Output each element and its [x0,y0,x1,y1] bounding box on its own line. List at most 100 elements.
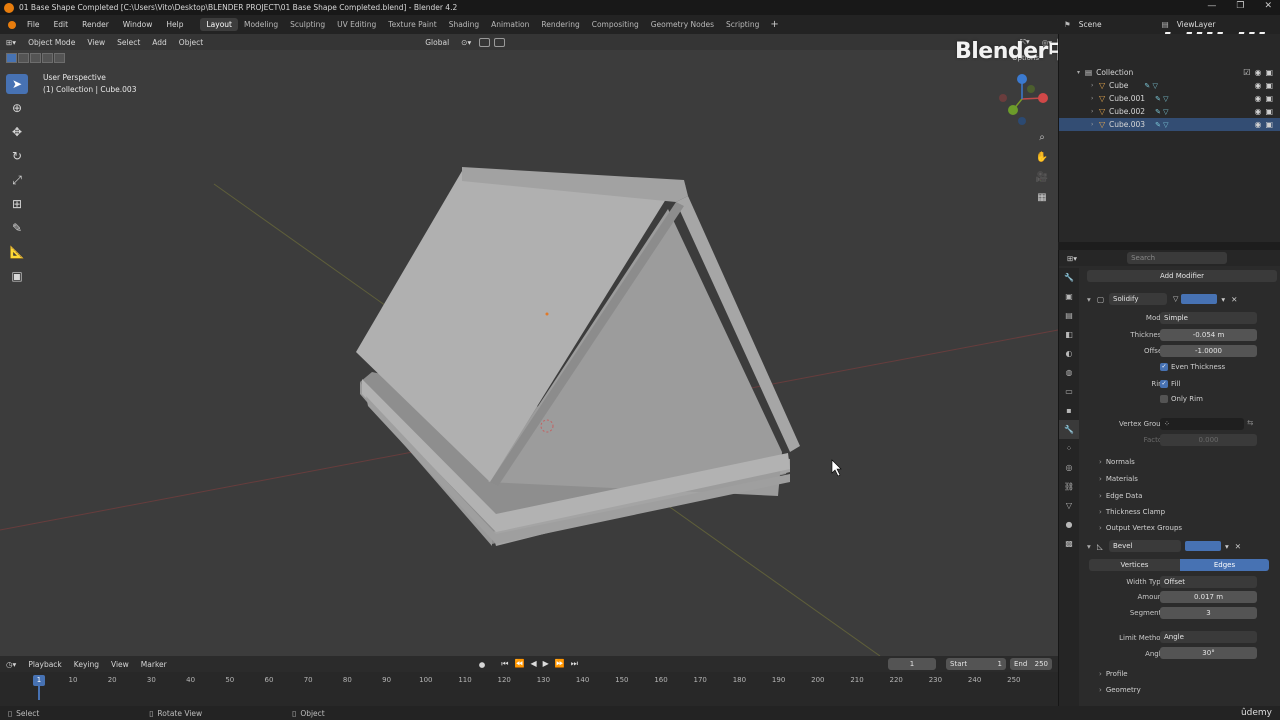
physics-tab-icon[interactable]: ◎ [1059,458,1079,477]
output-vertex-groups-subpanel[interactable]: Output Vertex Groups [1099,524,1182,532]
camera-render-icon[interactable]: ▣ [1265,120,1273,129]
3d-viewport[interactable]: ⊞▾ Object Mode View Select Add Object Gl… [0,34,1058,656]
menu-playback[interactable]: Playback [22,659,67,670]
move-tool-icon[interactable]: ✥ [6,122,28,142]
end-frame-field[interactable]: End 250 [1010,658,1052,670]
only-rim-checkbox[interactable]: Only Rim [1160,395,1203,403]
texture-tab-icon[interactable]: ▩ [1059,534,1079,553]
tab-uv-editing[interactable]: UV Editing [331,18,382,31]
data-tab-icon[interactable]: ▽ [1059,496,1079,515]
selection-mode-buttons[interactable] [6,53,65,63]
visibility-eye-icon[interactable]: ◉ [1254,120,1261,129]
menu-object[interactable]: Object [173,37,209,48]
outliner-panel[interactable]: ▾ ▤ Collection ☑ ◉ ▣ › ▽ Cube ✎ ▽ ◉ ▣ › ▽ Cub… [1058,34,1280,242]
amount-field[interactable]: 0.017 m [1160,591,1257,603]
select-tool-icon[interactable]: ➤ [6,74,28,94]
menu-render[interactable]: Render [75,20,116,29]
scale-tool-icon[interactable]: ⤢ [6,170,28,190]
edge-data-subpanel[interactable]: Edge Data [1099,492,1143,500]
menu-keying[interactable]: Keying [68,659,105,670]
normals-subpanel[interactable]: Normals [1099,458,1135,466]
affect-vertices-tab[interactable]: Vertices [1089,559,1180,571]
offset-field[interactable]: -1.0000 [1160,345,1257,357]
materials-subpanel[interactable]: Materials [1099,475,1138,483]
outliner-item[interactable]: › ▽ Cube.002 ✎ ▽ ◉ ▣ [1059,105,1280,118]
select-intersect-icon[interactable] [54,53,65,63]
visibility-eye-icon[interactable]: ◉ [1254,68,1261,77]
menu-window[interactable]: Window [116,20,160,29]
object-mode-dropdown[interactable]: Object Mode [22,37,81,48]
world-tab-icon[interactable]: ◍ [1059,363,1079,382]
properties-search[interactable]: Search [1127,252,1228,264]
rotate-tool-icon[interactable]: ↻ [6,146,28,166]
tab-geometry-nodes[interactable]: Geometry Nodes [645,18,720,31]
modifier-remove-icon[interactable]: ✕ [1231,295,1237,304]
modifier-visibility-toggles[interactable] [1181,294,1218,304]
current-frame-field[interactable]: 1 [888,658,936,670]
constraints-tab-icon[interactable]: ⛓ [1059,477,1079,496]
measure-tool-icon[interactable]: 📐 [6,242,28,262]
jump-start-icon[interactable]: ⏮ [501,659,508,669]
collection-checkbox-icon[interactable]: ☑ [1243,68,1250,77]
profile-subpanel[interactable]: Profile [1099,670,1128,678]
collapse-chevron-icon[interactable]: ▾ [1087,295,1097,304]
modifier-tab-icon[interactable]: 🔧 [1059,420,1079,439]
modifier-visibility-toggles[interactable] [1185,541,1221,551]
auto-key-icon[interactable]: ● [473,659,492,670]
scene-name[interactable]: Scene [1079,20,1102,29]
menu-help[interactable]: Help [159,20,190,29]
cursor-tool-icon[interactable]: ⊕ [6,98,28,118]
collapse-chevron-icon[interactable]: ▾ [1087,542,1097,551]
thickness-clamp-subpanel[interactable]: Thickness Clamp [1099,508,1165,516]
zoom-icon[interactable]: ⌕ [1034,129,1050,145]
jump-key-forward-icon[interactable]: ⏩ [555,659,565,669]
orientation-dropdown[interactable]: Global [419,37,455,48]
timeline-editor-icon[interactable]: ◷▾ [0,659,22,670]
camera-render-icon[interactable]: ▣ [1265,94,1273,103]
view-layer-tab-icon[interactable]: ◧ [1059,325,1079,344]
camera-render-icon[interactable]: ▣ [1265,107,1273,116]
bevel-name-field[interactable]: Bevel [1109,540,1181,552]
add-modifier-button[interactable]: Add Modifier [1087,270,1277,282]
outliner-item[interactable]: › ▽ Cube ✎ ▽ ◉ ▣ [1059,79,1280,92]
outliner-item[interactable]: › ▽ Cube.001 ✎ ▽ ◉ ▣ [1059,92,1280,105]
menu-view[interactable]: View [81,37,111,48]
snap-icon[interactable] [479,37,491,47]
geometry-subpanel[interactable]: Geometry [1099,686,1141,694]
vertex-group-field[interactable]: ⁘ [1160,418,1244,430]
properties-editor-icon[interactable]: ⊞▾ [1067,254,1077,263]
annotate-tool-icon[interactable]: ✎ [6,218,28,238]
select-invert-icon[interactable] [42,53,53,63]
scene-tab-icon[interactable]: ◐ [1059,344,1079,363]
add-cube-tool-icon[interactable]: ▣ [6,266,28,286]
add-workspace-button[interactable]: + [765,19,783,30]
jump-key-back-icon[interactable]: ⏪ [514,659,524,669]
segments-field[interactable]: 3 [1160,607,1257,619]
start-frame-field[interactable]: Start 1 [946,658,1006,670]
invert-vertex-group-icon[interactable]: ⇆ [1247,418,1253,427]
mode-dropdown[interactable]: Simple [1160,312,1257,324]
select-subtract-icon[interactable] [30,53,41,63]
minimize-button[interactable]: — [1207,1,1216,11]
material-tab-icon[interactable]: ● [1059,515,1079,534]
close-button[interactable]: ✕ [1264,1,1272,11]
menu-marker[interactable]: Marker [135,659,173,670]
camera-render-icon[interactable]: ▣ [1265,81,1273,90]
pivot-icon[interactable]: ⊙▾ [455,37,477,48]
properties-editor[interactable]: ⊞▾ Search 🔧 ▣ ▤ ◧ ◐ ◍ ▭ ▪ 🔧 ⁘ ◎ ⛓ ▽ ● ▩ … [1058,250,1280,706]
maximize-button[interactable]: ❐ [1236,1,1244,11]
pan-hand-icon[interactable]: ✋ [1034,149,1050,165]
play-reverse-icon[interactable]: ◀ [530,659,536,669]
transform-tool-icon[interactable]: ⊞ [6,194,28,214]
angle-field[interactable]: 30° [1160,647,1257,659]
visibility-eye-icon[interactable]: ◉ [1254,107,1261,116]
collection-tab-icon[interactable]: ▭ [1059,382,1079,401]
menu-file[interactable]: File [20,20,47,29]
width-type-dropdown[interactable]: Offset [1160,576,1257,588]
modifier-remove-icon[interactable]: ✕ [1235,542,1241,551]
menu-edit[interactable]: Edit [47,20,76,29]
thickness-field[interactable]: -0.054 m [1160,329,1257,341]
modifier-dropdown-icon[interactable]: ▾ [1221,295,1225,304]
menu-select[interactable]: Select [111,37,146,48]
visibility-eye-icon[interactable]: ◉ [1254,94,1261,103]
